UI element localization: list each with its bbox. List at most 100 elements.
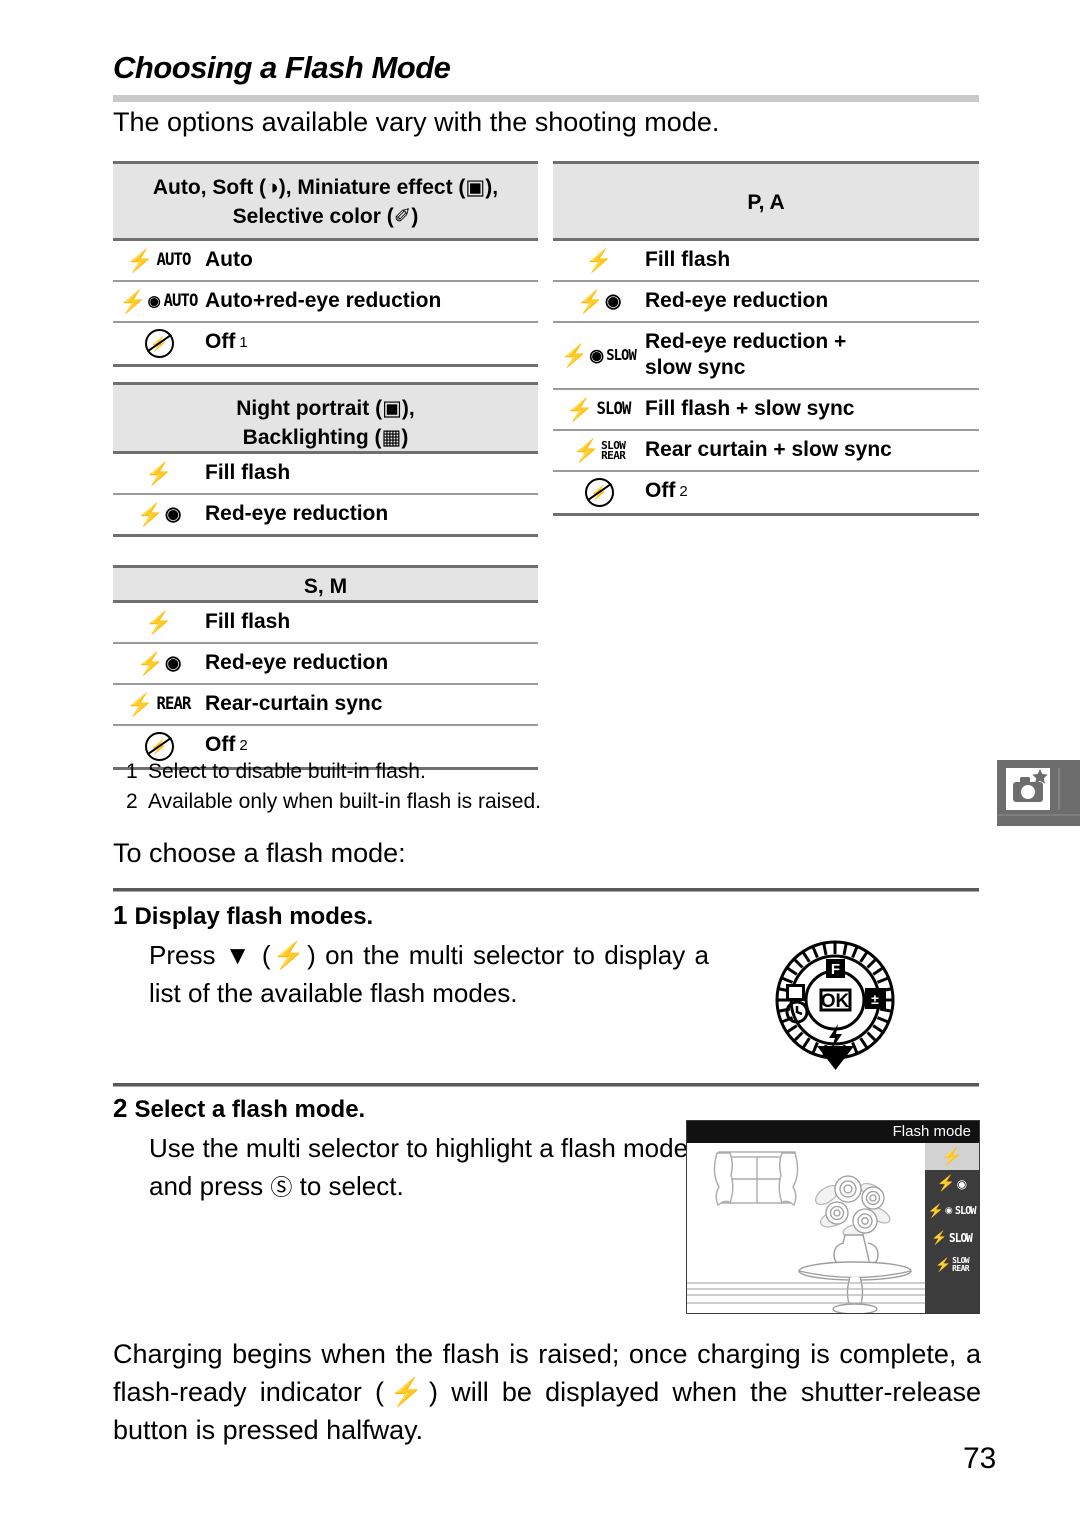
- flash-auto-icon: ⚡ AUTO: [126, 247, 191, 273]
- step-1: 1 Display flash modes. Press ▼ (⚡) on the…: [113, 900, 713, 1012]
- flash-redeye-icon: ⚡ ◉: [136, 501, 182, 527]
- step-title-text: Select a flash mode.: [134, 1096, 366, 1123]
- table-row: Off2: [553, 472, 979, 516]
- table-row: ⚡ ◉ AUTO Auto+red-eye reduction: [113, 282, 538, 323]
- table-row: ⚡ SLOW REAR Rear curtain + slow sync: [553, 431, 979, 472]
- row-label: Fill flash: [205, 610, 291, 633]
- lcd-flash-mode-list[interactable]: ⚡ ⚡ ◉ ⚡ ◉ SLOW ⚡ SLOW ⚡ SLOW REAR: [925, 1143, 979, 1313]
- step-2-title: 2 Select a flash mode.: [113, 1093, 713, 1125]
- row-label: Red-eye reduction + slow sync: [645, 330, 847, 379]
- header-line-2: Backlighting (▦): [242, 426, 409, 449]
- footnote-number: 2: [126, 790, 138, 813]
- lcd-scene: ⚡ ⚡ ◉ ⚡ ◉ SLOW ⚡ SLOW ⚡ SLOW REAR: [687, 1143, 979, 1313]
- closing-paragraph: Charging begins when the flash is raised…: [113, 1339, 981, 1445]
- svg-text:±: ±: [871, 991, 879, 1007]
- table-p-a: P, A ⚡ Fill flash ⚡ ◉ Red-eye reduction ⚡…: [553, 161, 979, 516]
- row-label: Off 2: [645, 479, 688, 502]
- lcd-item-red-eye-slow[interactable]: ⚡ ◉ SLOW: [925, 1197, 979, 1224]
- soft-effect-icon: ◑: [266, 176, 279, 199]
- flash-redeye-icon: ⚡: [936, 1175, 956, 1192]
- night-portrait-icon: ▣: [382, 397, 402, 420]
- row-label: Auto+red-eye reduction: [205, 289, 442, 312]
- footnote-text: Available only when built-in flash is ra…: [148, 790, 541, 813]
- flash-fill-icon: ⚡: [145, 460, 173, 486]
- manual-page: Choosing a Flash Mode The options availa…: [0, 0, 1080, 1521]
- footnote-1: 1 Select to disable built-in flash.: [126, 757, 426, 787]
- table-row: ⚡ AUTO Auto: [113, 241, 538, 282]
- footnote-text: Select to disable built-in flash.: [148, 760, 426, 783]
- table-night-portrait: Night portrait (▣), Backlighting (▦) ⚡ F…: [113, 382, 538, 537]
- table-row: ⚡ ◉ Red-eye reduction: [113, 495, 538, 537]
- flash-slow-rear-icon: ⚡: [934, 1257, 952, 1272]
- row-label: Off 1: [205, 330, 248, 353]
- table-row: ⚡ Fill flash: [113, 454, 538, 495]
- row-label: Fill flash: [645, 248, 731, 271]
- table-row: ⚡ ◉ Red-eye reduction: [553, 282, 979, 323]
- title-divider: [113, 95, 979, 102]
- multi-selector-diagram: OK F ±: [765, 938, 905, 1073]
- header-line-1: P, A: [747, 191, 785, 214]
- flash-redeye-icon: ⚡ ◉: [136, 650, 182, 676]
- table-row: ⚡ Fill flash: [553, 241, 979, 282]
- row-label: Red-eye reduction: [645, 289, 829, 312]
- flash-redeye-icon: ⚡ ◉: [576, 288, 622, 314]
- header-line-1: S, M: [303, 575, 348, 598]
- flash-rear-icon: ⚡ REAR: [126, 691, 191, 717]
- row-label: Auto: [205, 248, 253, 271]
- table-header-auto: Auto, Soft (◑), Miniature effect (▣), Se…: [113, 161, 538, 241]
- table-s-m: S, M ⚡ Fill flash ⚡ ◉ Red-eye reduction ⚡…: [113, 565, 538, 770]
- lcd-item-slow-rear[interactable]: ⚡ SLOW REAR: [925, 1251, 979, 1278]
- miniature-effect-icon: ▣: [465, 176, 486, 199]
- row-label: Fill flash: [205, 461, 291, 484]
- table-header-s-m: S, M: [113, 565, 538, 603]
- step-divider: [113, 1083, 979, 1087]
- flash-icon: ⚡: [270, 940, 308, 970]
- flash-off-icon: [553, 478, 645, 507]
- ok-button-icon: Ⓢ: [270, 1175, 293, 1200]
- footnote-ref: 2: [239, 737, 248, 754]
- footnote-2: 2 Available only when built-in flash is r…: [126, 787, 541, 817]
- step-number: 1: [113, 900, 128, 930]
- table-header-night: Night portrait (▣), Backlighting (▦): [113, 382, 538, 454]
- header-line-1: Night portrait (▣),: [236, 397, 415, 420]
- flash-auto-redeye-icon: ⚡ ◉ AUTO: [119, 288, 198, 314]
- flash-redeye-slow-icon: ⚡ ◉ SLOW: [560, 342, 637, 368]
- header-line-2: Selective color (✐): [232, 205, 419, 228]
- flash-slow-icon: ⚡ SLOW: [566, 396, 631, 422]
- page-number: 73: [963, 1442, 997, 1475]
- table-auto-modes: Auto, Soft (◑), Miniature effect (▣), Se…: [113, 161, 538, 367]
- footnote-number: 1: [126, 760, 138, 783]
- intro-text: The options available vary with the shoo…: [113, 107, 720, 137]
- table-row: ⚡ SLOW Fill flash + slow sync: [553, 390, 979, 431]
- lcd-item-slow[interactable]: ⚡ SLOW: [925, 1224, 979, 1251]
- step-1-title: 1 Display flash modes.: [113, 900, 713, 932]
- row-label: Red-eye reduction: [205, 502, 389, 525]
- row-label: Rear-curtain sync: [205, 692, 383, 715]
- lead-in-text: To choose a flash mode:: [113, 838, 406, 868]
- header-line-1: Auto, Soft (◑), Miniature effect (▣),: [152, 176, 499, 199]
- lcd-screenshot: Flash mode ⚡ ⚡ ◉ ⚡ ◉ SLOW ⚡ SLOW ⚡ SLOW …: [686, 1120, 980, 1314]
- step-1-body: Press ▼ (⚡) on the multi selector to dis…: [149, 940, 709, 1008]
- lcd-title-bar: Flash mode: [687, 1121, 979, 1143]
- footnote-ref: 1: [239, 334, 248, 351]
- flash-fill-icon: ⚡: [941, 1147, 963, 1166]
- lcd-item-fill-flash[interactable]: ⚡: [925, 1143, 979, 1170]
- svg-text:F: F: [831, 961, 840, 978]
- backlighting-icon: ▦: [381, 426, 402, 449]
- flash-fill-icon: ⚡: [145, 609, 173, 635]
- flash-ready-icon: ⚡: [384, 1377, 430, 1407]
- step-2: 2 Select a flash mode. Use the multi sele…: [113, 1093, 713, 1207]
- step-number: 2: [113, 1093, 128, 1123]
- section-marker-tab: [997, 760, 1080, 826]
- footnote-ref: 2: [679, 483, 688, 500]
- page-title: Choosing a Flash Mode: [113, 50, 451, 85]
- step-2-body: Use the multi selector to highlight a fl…: [149, 1133, 689, 1201]
- table-row: Off1: [113, 323, 538, 367]
- flash-redeye-slow-icon: ⚡: [927, 1203, 944, 1218]
- table-row: ⚡ Fill flash: [113, 603, 538, 644]
- table-header-p-a: P, A: [553, 161, 979, 241]
- svg-text:OK: OK: [821, 991, 850, 1012]
- lcd-item-red-eye[interactable]: ⚡ ◉: [925, 1170, 979, 1197]
- flash-slow-rear-icon: ⚡ SLOW REAR: [572, 437, 626, 463]
- table-row: ⚡ ◉ SLOW Red-eye reduction + slow sync: [553, 323, 979, 390]
